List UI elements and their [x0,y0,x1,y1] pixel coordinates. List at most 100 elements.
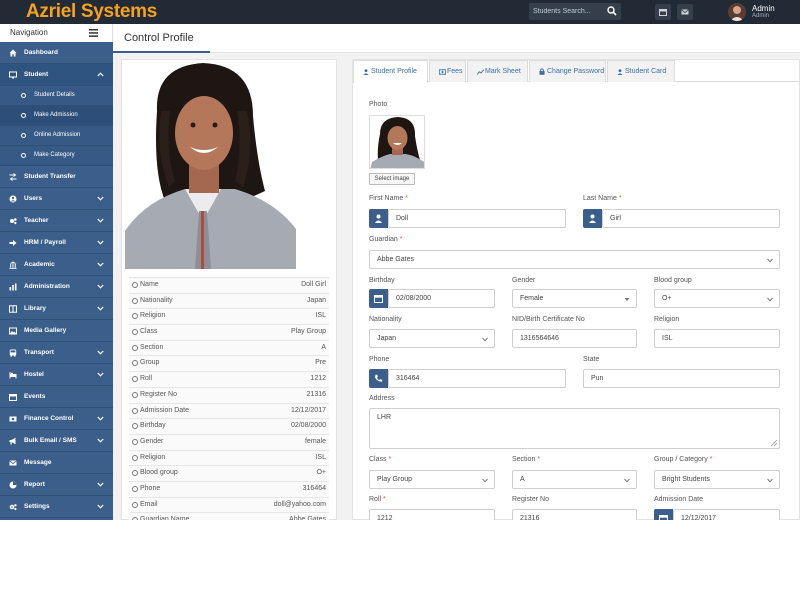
select-image-button[interactable]: Select image [369,173,415,185]
tab-student-card[interactable]: Student Card [607,60,675,82]
sidebar-subitem-student-details[interactable]: Student Details [0,86,113,106]
chevron-down-icon[interactable] [97,284,104,289]
search-input[interactable] [533,5,603,18]
class-select[interactable]: Play Group [369,470,495,489]
sidebar-item-student-transfer[interactable]: Student Transfer [0,166,113,188]
section-select[interactable]: A [512,470,637,489]
chevron-down-icon[interactable] [97,416,104,421]
sidebar-subitem-label: Online Admission [34,132,81,138]
gender-select[interactable]: Female [512,289,637,308]
profile-info-value: ISL [315,453,326,461]
user-avatar[interactable] [728,3,746,21]
circle-info-icon [132,407,138,414]
sidebar-item-transport[interactable]: Transport [0,342,113,364]
sidebar-item-library[interactable]: Library [0,298,113,320]
chevron-down-icon[interactable] [97,262,104,267]
profile-info-value: O+ [316,469,326,477]
bullhorn-icon [9,437,16,445]
sidebar-item-teacher[interactable]: Teacher [0,210,113,232]
circle-icon [21,93,26,98]
group-category-select[interactable]: Bright Students [654,470,780,489]
sidebar-item-bulk-email-sms[interactable]: Bulk Email / SMS [0,430,113,452]
chevron-down-icon [482,337,488,342]
profile-info-label: Religion [140,453,166,461]
birthday-addon[interactable] [369,289,388,308]
search-icon[interactable] [607,6,617,16]
profile-tabs: Student Profile Fees Mark Sheet Change Pass… [352,60,800,83]
blood-group-select[interactable]: O+ [654,289,780,308]
transfer-icon [9,173,17,181]
nationality-select[interactable]: Japan [369,329,495,348]
sidebar-item-student[interactable]: Student [0,64,113,86]
chevron-down-icon[interactable] [97,196,104,201]
sidebar-item-finance-control[interactable]: Finance Control [0,408,113,430]
sidebar-item-users[interactable]: Users [0,188,113,210]
sidebar-subitem-online-admission[interactable]: Online Admission [0,126,113,146]
sidebar-subitem-make-category[interactable]: Make Category [0,146,113,166]
chevron-down-icon[interactable] [97,482,104,487]
tab-student-profile[interactable]: Student Profile [353,60,428,83]
chevron-down-icon[interactable] [97,306,104,311]
sidebar-item-message[interactable]: Message [0,452,113,474]
sidebar-item-administration[interactable]: Administration [0,276,113,298]
profile-info-value: Pre [315,359,326,367]
phone-field[interactable]: 316464 [388,369,566,388]
profile-info-value: 12/12/2017 [290,406,326,414]
profile-info-row: Name Doll Girl [129,277,329,293]
chevron-down-icon[interactable] [97,218,104,223]
sidebar-item-events[interactable]: Events [0,386,113,408]
tab-mark-sheet[interactable]: Mark Sheet [467,60,528,82]
gears-icon [9,504,17,511]
sidebar-item-media-gallery[interactable]: Media Gallery [0,320,113,342]
tab-change-password[interactable]: Change Password [529,60,606,82]
last-name-field[interactable]: Girl [602,209,780,228]
calendar-button[interactable] [655,4,671,20]
user-name[interactable]: Admin [752,4,775,13]
sidebar-subitem-make-admission[interactable]: Make Admission [0,106,113,126]
chevron-down-icon [767,478,773,483]
circle-info-icon [132,329,138,336]
sidebar-item-report[interactable]: Report [0,474,113,496]
chevron-down-icon[interactable] [97,350,104,355]
resize-grip-icon[interactable] [771,440,777,446]
roll-label: Roll * [369,496,386,503]
sidebar-item-academic[interactable]: Academic [0,254,113,276]
chevron-down-icon[interactable] [97,504,104,509]
brand-logo[interactable]: Azriel Systems [26,1,157,23]
chevron-down-icon[interactable] [97,240,104,245]
profile-info-label: Class [140,328,158,336]
user-role: Admin [752,13,770,19]
line-chart-icon [477,69,484,75]
circle-info-icon [132,282,138,288]
last-name-addon [583,209,602,228]
sidebar-item-label: Teacher [24,217,49,224]
hamburger-icon[interactable] [89,29,98,37]
user-icon [617,69,623,75]
chart-icon [9,283,17,291]
tab-label: Student Profile [371,68,417,75]
guardian-select[interactable]: Abbe Gates [369,250,780,269]
religion-field[interactable]: ISL [654,329,780,348]
address-textarea[interactable]: LHR [369,408,780,449]
birthday-field[interactable]: 02/08/2000 [388,289,495,308]
sidebar-item-label: Administration [24,283,70,290]
state-field[interactable]: Pun [583,369,780,388]
group-category-label: Group / Category * [654,456,713,463]
sidebar-item-dashboard[interactable]: Dashboard [0,42,113,64]
blood-group-label: Blood group [654,277,692,284]
first-name-field[interactable]: Doll [388,209,566,228]
messages-button[interactable] [677,4,693,20]
profile-info-label: Group [140,359,160,367]
chevron-down-icon[interactable] [97,372,104,377]
tab-fees[interactable]: Fees [429,60,466,82]
profile-info-row: Admission Date 12/12/2017 [129,402,329,419]
sidebar-item-hostel[interactable]: Hostel [0,364,113,386]
chevron-down-icon[interactable] [97,438,104,443]
sidebar-item-settings[interactable]: Settings [0,496,113,518]
nationality-label: Nationality [369,316,402,323]
gallery-icon [9,327,17,335]
nid-field[interactable]: 1316564646 [512,329,637,348]
profile-info-row: Register No 21316 [129,386,329,403]
sidebar-item-hrm-payroll[interactable]: HRM / Payroll [0,232,113,254]
chevron-up-icon[interactable] [97,72,104,77]
